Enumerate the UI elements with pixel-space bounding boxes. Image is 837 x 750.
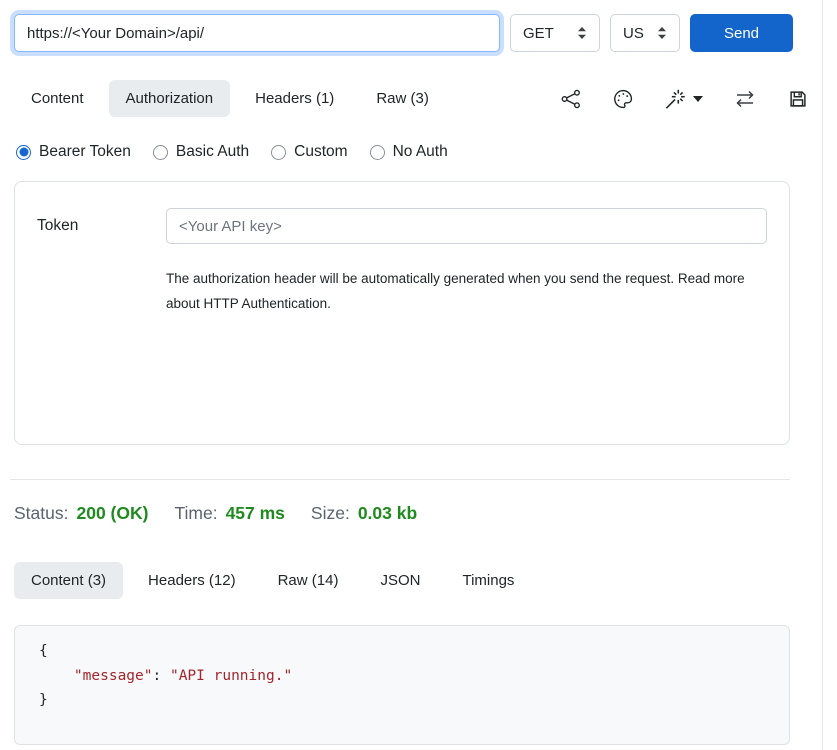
page-column-divider [822, 0, 823, 750]
request-tabs-row: Content Authorization Headers (1) Raw (3… [0, 52, 837, 117]
url-input[interactable] [14, 14, 500, 52]
size-value: 0.03 kb [358, 503, 417, 524]
resp-tab-raw[interactable]: Raw (14) [261, 562, 356, 599]
radio-button-icon [16, 145, 31, 160]
radio-button-icon [153, 145, 168, 160]
time-label: Time: [174, 503, 217, 524]
request-url-row: GET US Send [0, 0, 837, 52]
swap-arrows-icon[interactable] [733, 88, 757, 110]
radio-button-icon [271, 145, 286, 160]
method-select[interactable]: GET [510, 14, 600, 52]
magic-wand-icon[interactable] [664, 88, 703, 110]
resp-tab-content[interactable]: Content (3) [14, 562, 123, 599]
token-input[interactable] [166, 208, 767, 244]
region-select-value: US [623, 25, 644, 42]
updown-arrows-icon [657, 26, 667, 40]
auth-type-options: Bearer Token Basic Auth Custom No Auth [0, 117, 837, 161]
api-tester-page: GET US Send Content Authorization Header… [0, 0, 837, 750]
request-toolbar [560, 88, 823, 110]
status-pair: Status: 200 (OK) [14, 503, 148, 524]
radio-button-icon [370, 145, 385, 160]
json-open-brace: { [39, 643, 48, 659]
response-body-panel[interactable]: { "message": "API running." } [14, 625, 790, 745]
share-icon[interactable] [560, 88, 582, 110]
request-tabs: Content Authorization Headers (1) Raw (3… [14, 80, 446, 117]
tab-content[interactable]: Content [14, 80, 101, 117]
radio-label: Basic Auth [176, 143, 249, 161]
time-value: 457 ms [226, 503, 285, 524]
response-tabs-row: Content (3) Headers (12) Raw (14) JSON T… [0, 524, 837, 599]
radio-label: Custom [294, 143, 347, 161]
json-close-brace: } [39, 692, 48, 708]
response-tabs: Content (3) Headers (12) Raw (14) JSON T… [14, 562, 531, 599]
radio-no-auth[interactable]: No Auth [370, 143, 448, 161]
json-value: "API running." [170, 668, 292, 684]
chevron-down-icon [693, 96, 703, 102]
size-label: Size: [311, 503, 350, 524]
radio-bearer-token[interactable]: Bearer Token [16, 143, 131, 161]
resp-tab-timings[interactable]: Timings [445, 562, 531, 599]
tab-headers[interactable]: Headers (1) [238, 80, 351, 117]
token-label: Token [37, 217, 166, 235]
status-value: 200 (OK) [76, 503, 148, 524]
resp-tab-json[interactable]: JSON [363, 562, 437, 599]
bearer-token-panel: Token The authorization header will be a… [14, 181, 790, 445]
tab-authorization[interactable]: Authorization [109, 80, 231, 117]
response-status-row: Status: 200 (OK) Time: 457 ms Size: 0.03… [0, 480, 837, 524]
region-select[interactable]: US [610, 14, 680, 52]
radio-label: No Auth [393, 143, 448, 161]
token-field-row: Token [37, 208, 767, 244]
time-pair: Time: 457 ms [174, 503, 284, 524]
save-icon[interactable] [787, 88, 809, 110]
radio-custom[interactable]: Custom [271, 143, 347, 161]
radio-label: Bearer Token [39, 143, 131, 161]
json-key: "message" [74, 668, 153, 684]
resp-tab-headers[interactable]: Headers (12) [131, 562, 253, 599]
palette-icon[interactable] [612, 88, 634, 110]
size-pair: Size: 0.03 kb [311, 503, 417, 524]
tab-raw[interactable]: Raw (3) [359, 80, 446, 117]
send-button[interactable]: Send [690, 14, 793, 52]
status-label: Status: [14, 503, 68, 524]
response-json: { "message": "API running." } [39, 639, 789, 713]
json-separator: : [153, 668, 170, 684]
updown-arrows-icon [577, 26, 587, 40]
method-select-value: GET [523, 25, 554, 42]
token-helper-text: The authorization header will be automat… [166, 266, 750, 316]
json-indent [39, 668, 74, 684]
radio-basic-auth[interactable]: Basic Auth [153, 143, 249, 161]
